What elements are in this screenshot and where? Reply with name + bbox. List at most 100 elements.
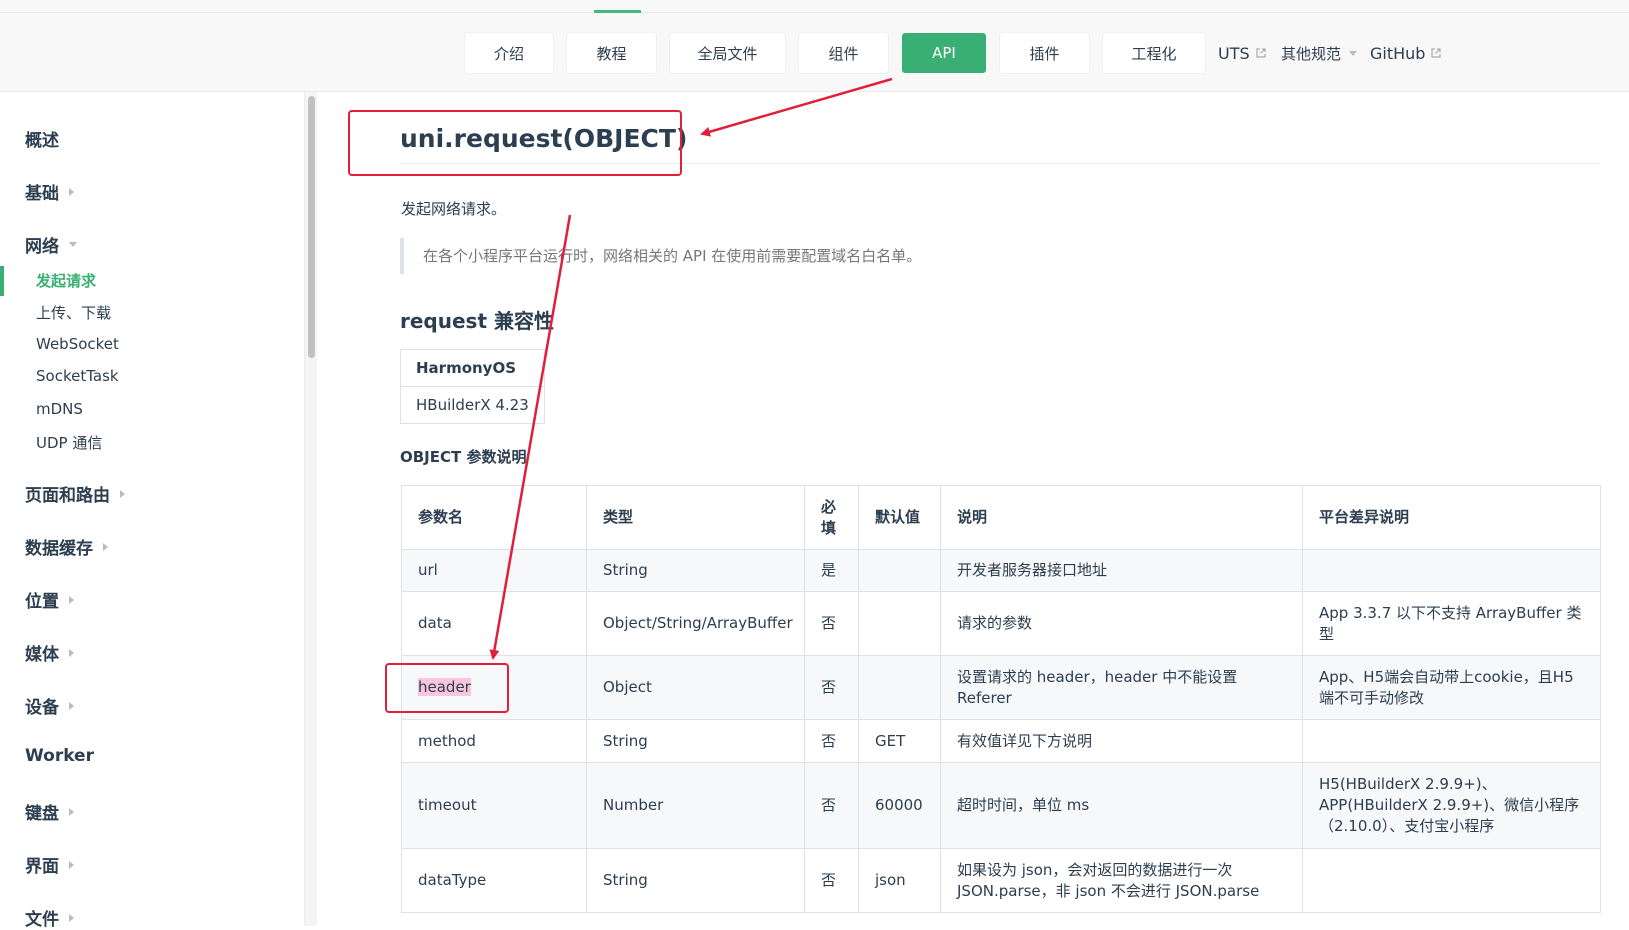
- nav-tab-plugins[interactable]: 插件: [1000, 33, 1089, 73]
- cell-platform: App 3.3.7 以下不支持 ArrayBuffer 类型: [1302, 591, 1601, 656]
- table-row: method String 否 GET 有效值详见下方说明: [401, 719, 1601, 763]
- sidebar-item-sockettask[interactable]: SocketTask: [36, 367, 119, 385]
- sidebar-group-label: Worker: [25, 746, 94, 766]
- cell-param: method: [401, 719, 587, 763]
- sidebar-item-upload-download[interactable]: 上传、下载: [36, 302, 111, 323]
- sidebar-group-worker[interactable]: Worker: [25, 746, 94, 766]
- sidebar-scrollbar-thumb[interactable]: [308, 96, 315, 358]
- top-navbar: 介绍 教程 全局文件 组件 API 插件 工程化 UTS 其他规范 GitHub: [0, 0, 1629, 92]
- sidebar-group-file[interactable]: 文件: [25, 905, 74, 930]
- nav-link-github-label: GitHub: [1370, 43, 1426, 63]
- cell-desc: 开发者服务器接口地址: [940, 549, 1303, 592]
- cell-param: data: [401, 591, 587, 656]
- external-link-icon: [1256, 48, 1266, 58]
- chevron-right-icon: [69, 648, 74, 657]
- cell-required: 否: [804, 848, 859, 913]
- compat-header-cell: HarmonyOS: [400, 349, 545, 387]
- sidebar-group-network[interactable]: 网络: [25, 232, 77, 257]
- nav-dropdown-other-specs[interactable]: 其他规范: [1281, 41, 1358, 65]
- cell-desc: 如果设为 json，会对返回的数据进行一次 JSON.parse，非 json …: [940, 848, 1303, 913]
- nav-tab-api[interactable]: API: [902, 33, 986, 73]
- chevron-right-icon: [69, 701, 74, 710]
- header-description: 说明: [940, 485, 1303, 550]
- cell-default: 60000: [858, 762, 941, 849]
- table-row: url String 是 开发者服务器接口地址: [401, 549, 1601, 592]
- chevron-right-icon: [69, 860, 74, 869]
- sidebar-group-label: 键盘: [25, 804, 59, 824]
- cell-type: String: [586, 848, 805, 913]
- cell-required: 否: [804, 762, 859, 849]
- chevron-right-icon: [69, 595, 74, 604]
- cell-default: [858, 549, 941, 592]
- nav-link-github[interactable]: GitHub: [1370, 41, 1442, 65]
- cell-type: Object: [586, 655, 805, 720]
- chevron-down-icon: [1349, 50, 1358, 56]
- cell-required: 否: [804, 655, 859, 720]
- table-row: data Object/String/ArrayBuffer 否 请求的参数 A…: [401, 591, 1601, 656]
- chevron-right-icon: [69, 187, 74, 196]
- cell-param: timeout: [401, 762, 587, 849]
- sidebar-item-mdns[interactable]: mDNS: [36, 400, 83, 418]
- cell-type: String: [586, 549, 805, 592]
- chevron-right-icon: [69, 913, 74, 922]
- sidebar-group-label: 位置: [25, 592, 59, 612]
- table-row: header Object 否 设置请求的 header，header 中不能设…: [401, 655, 1601, 720]
- table-header-row: 参数名 类型 必填 默认值 说明 平台差异说明: [401, 485, 1601, 550]
- page-description: 发起网络请求。: [401, 200, 507, 218]
- header-default: 默认值: [858, 485, 941, 550]
- table-row: timeout Number 否 60000 超时时间，单位 ms H5(HBu…: [401, 762, 1601, 849]
- top-divider: [0, 12, 1629, 13]
- sidebar-group-pages-routing[interactable]: 页面和路由: [25, 481, 125, 506]
- sidebar-group-label: 界面: [25, 857, 59, 877]
- sidebar-group-label: 页面和路由: [25, 486, 110, 506]
- header-required-label: 必填: [821, 497, 837, 537]
- cell-desc: 超时时间，单位 ms: [940, 762, 1303, 849]
- cell-platform: H5(HBuilderX 2.9.9+)、APP(HBuilderX 2.9.9…: [1302, 762, 1601, 849]
- nav-tab-components[interactable]: 组件: [799, 33, 888, 73]
- sidebar-group-label: 网络: [25, 237, 59, 257]
- note-text: 在各个小程序平台运行时，网络相关的 API 在使用前需要配置域名白名单。: [423, 247, 922, 265]
- nav-link-uts-label: UTS: [1218, 43, 1250, 63]
- cell-platform: [1302, 719, 1601, 763]
- sidebar-group-label: 媒体: [25, 645, 59, 665]
- sidebar-item-request[interactable]: 发起请求: [36, 270, 96, 291]
- cell-platform: [1302, 848, 1601, 913]
- chevron-right-icon: [120, 489, 125, 498]
- header-param-name: 参数名: [401, 485, 587, 550]
- cell-desc: 设置请求的 header，header 中不能设置 Referer: [940, 655, 1303, 720]
- cell-default: GET: [858, 719, 941, 763]
- sidebar-item-udp[interactable]: UDP 通信: [36, 432, 102, 453]
- compat-table: HarmonyOS HBuilderX 4.23: [400, 349, 545, 424]
- nav-dropdown-label: 其他规范: [1281, 44, 1342, 63]
- nav-link-uts[interactable]: UTS: [1218, 41, 1266, 65]
- nav-tab-global-files[interactable]: 全局文件: [670, 33, 785, 73]
- sidebar-group-interface[interactable]: 界面: [25, 852, 74, 877]
- sidebar-group-label: 设备: [25, 698, 59, 718]
- cell-param: dataType: [401, 848, 587, 913]
- sidebar-group-keyboard[interactable]: 键盘: [25, 799, 74, 824]
- annotation-box-title: [348, 110, 682, 176]
- nav-tab-tutorial[interactable]: 教程: [567, 33, 656, 73]
- sidebar-group-label: 数据缓存: [25, 539, 93, 559]
- cell-default: json: [858, 848, 941, 913]
- chevron-down-icon: [69, 242, 77, 247]
- params-heading: OBJECT 参数说明: [400, 448, 527, 466]
- cell-type: Number: [586, 762, 805, 849]
- header-type: 类型: [586, 485, 805, 550]
- sidebar-group-basics[interactable]: 基础: [25, 179, 74, 204]
- cell-required: 是: [804, 549, 859, 592]
- sidebar-item-websocket[interactable]: WebSocket: [36, 335, 119, 353]
- sidebar-group-storage[interactable]: 数据缓存: [25, 534, 108, 559]
- sidebar-group-location[interactable]: 位置: [25, 587, 74, 612]
- sidebar-group-media[interactable]: 媒体: [25, 640, 74, 665]
- cell-default: [858, 655, 941, 720]
- sidebar-group-label: 文件: [25, 910, 59, 930]
- nav-tab-engineering[interactable]: 工程化: [1103, 33, 1205, 73]
- sidebar-group-device[interactable]: 设备: [25, 693, 74, 718]
- note-blockquote: 在各个小程序平台运行时，网络相关的 API 在使用前需要配置域名白名单。: [400, 238, 1300, 274]
- cell-platform: App、H5端会自动带上cookie，且H5端不可手动修改: [1302, 655, 1601, 720]
- nav-tab-intro[interactable]: 介绍: [465, 33, 553, 73]
- sidebar-group-overview[interactable]: 概述: [25, 126, 59, 151]
- cell-platform: [1302, 549, 1601, 592]
- top-accent-bar: [594, 10, 641, 13]
